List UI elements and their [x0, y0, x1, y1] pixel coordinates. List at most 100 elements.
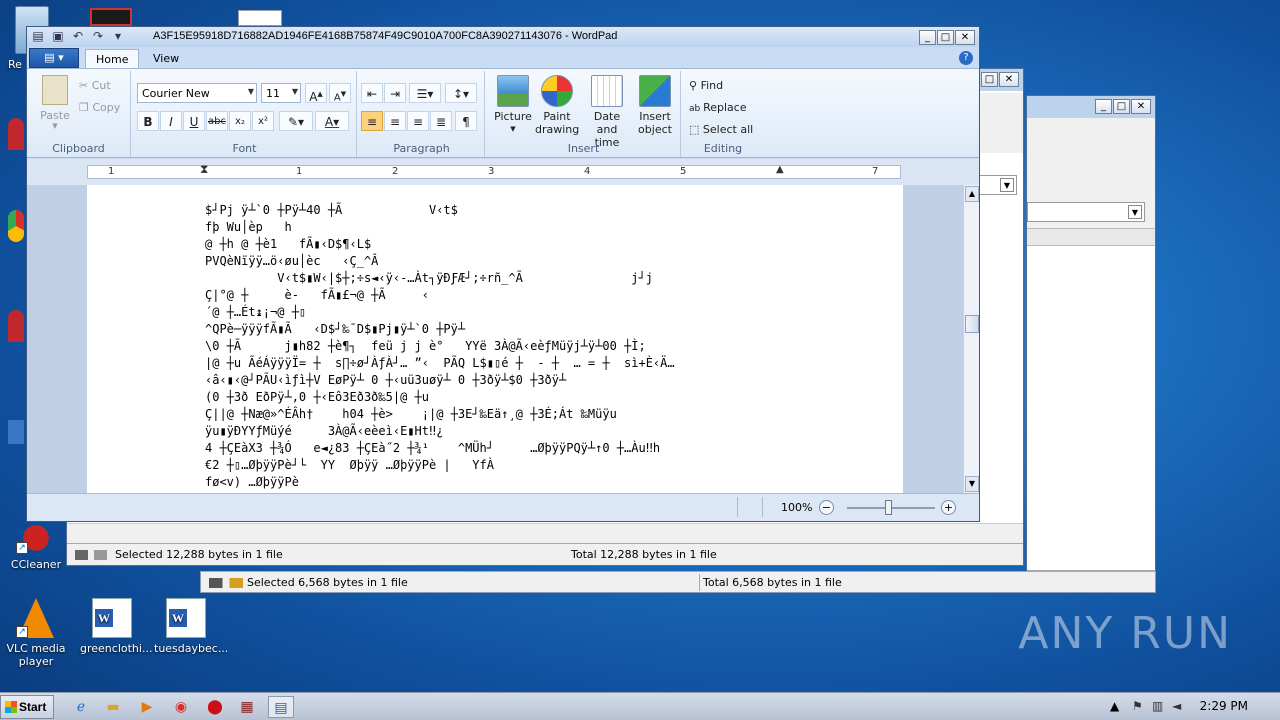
- superscript-button[interactable]: x²: [252, 111, 274, 131]
- desktop-edge-icon[interactable]: [8, 310, 24, 342]
- object-label-1: Insert: [639, 110, 671, 123]
- hex-editor-window-back[interactable]: _ □ ✕ ▼: [1026, 95, 1156, 593]
- grow-font-button[interactable]: A▲: [305, 83, 327, 104]
- bottom-band: [67, 523, 1023, 545]
- maximize-button[interactable]: □: [1113, 99, 1130, 114]
- document-area[interactable]: $┘Pj ÿ┴`0 ┼Pÿ┴40 ┼Ã V‹t$ fþ Wu│èp h @ ┼h…: [27, 185, 963, 493]
- replace-button[interactable]: ab Replace: [689, 101, 747, 114]
- application-menu-button[interactable]: ▤ ▾: [29, 48, 79, 68]
- shrink-font-button[interactable]: A▼: [329, 83, 351, 103]
- font-color-button[interactable]: A▾: [315, 111, 349, 131]
- paste-button[interactable]: Paste ▼: [37, 75, 73, 130]
- wordpad-window[interactable]: ▤ ▣ ↶ ↷ ▾ A3F15E95918D716882AD1946FE4168…: [26, 26, 980, 522]
- window-controls: _ □ ✕: [919, 30, 975, 45]
- file-list[interactable]: [1027, 246, 1155, 570]
- document-line: fø<v) …ØþÿÿPè: [205, 475, 299, 489]
- ccleaner-shortcut[interactable]: ↗ CCleaner: [4, 514, 68, 571]
- redo-icon[interactable]: ↷: [91, 29, 105, 43]
- chrome-icon[interactable]: ◉: [168, 696, 194, 718]
- find-button[interactable]: ⚲ Find: [689, 79, 723, 92]
- bullets-button[interactable]: ☰▾: [409, 83, 441, 103]
- maximize-button[interactable]: □: [937, 30, 954, 45]
- flag-icon[interactable]: ⚑: [1132, 699, 1143, 713]
- close-button[interactable]: ✕: [1131, 99, 1151, 114]
- customize-qat-icon[interactable]: ▾: [111, 29, 125, 43]
- font-group: Courier New ▼ 11 ▼ A▲ A▼ B I U abc x₂ x² ✎…: [133, 71, 357, 157]
- subscript-button[interactable]: x₂: [229, 111, 251, 131]
- strikethrough-button[interactable]: abc: [206, 111, 228, 131]
- zoom-out-button[interactable]: −: [819, 500, 834, 515]
- network-icon[interactable]: ▥: [1152, 699, 1163, 713]
- paragraph-settings-button[interactable]: ¶: [455, 111, 477, 131]
- explorer-icon[interactable]: ▬: [100, 696, 126, 718]
- dropdown-field[interactable]: ▼: [1027, 202, 1145, 222]
- desktop-file-greenclothi[interactable]: greenclothi...: [80, 598, 152, 655]
- insert-object-button[interactable]: Insert object: [633, 75, 677, 136]
- line-spacing-button[interactable]: ↕▾: [445, 83, 477, 103]
- cut-button[interactable]: ✂ Cut: [79, 79, 111, 92]
- align-right-button[interactable]: ≡: [407, 111, 429, 131]
- close-button[interactable]: ✕: [955, 30, 975, 45]
- font-size-select[interactable]: 11 ▼: [261, 83, 301, 103]
- paint-drawing-button[interactable]: Paint drawing: [535, 75, 579, 136]
- scroll-thumb[interactable]: [965, 315, 979, 333]
- status-selected: Selected 6,568 bytes in 1 file: [247, 576, 408, 589]
- zoom-slider-handle[interactable]: [885, 500, 892, 515]
- indent-marker-icon[interactable]: ⧗: [200, 162, 208, 177]
- status-bar: Selected 12,288 bytes in 1 file Total 12…: [67, 543, 1023, 565]
- start-button[interactable]: Start: [0, 695, 54, 719]
- underline-button[interactable]: U: [183, 111, 205, 131]
- ie-icon[interactable]: ℯ: [68, 696, 94, 718]
- maximize-button[interactable]: □: [981, 72, 998, 87]
- copy-button[interactable]: ❐ Copy: [79, 101, 120, 114]
- save-icon[interactable]: ▣: [51, 29, 65, 43]
- desktop-edge-icon[interactable]: [8, 420, 24, 444]
- scroll-up-icon[interactable]: ▲: [965, 186, 979, 202]
- increase-indent-button[interactable]: ⇥: [384, 83, 406, 103]
- volume-icon[interactable]: ◄: [1172, 699, 1181, 713]
- vertical-scrollbar[interactable]: ▲ ▼: [963, 185, 979, 493]
- chevron-down-icon: ▼: [52, 122, 58, 130]
- italic-button[interactable]: I: [160, 111, 182, 131]
- desktop-edge-icon[interactable]: [8, 210, 24, 242]
- desktop-top-icon[interactable]: [90, 8, 132, 26]
- hex-app-icon[interactable]: ▦: [234, 696, 260, 718]
- ruler-number: 5: [680, 166, 687, 177]
- decrease-indent-button[interactable]: ⇤: [361, 83, 383, 103]
- vlc-shortcut[interactable]: ↗ VLC media player: [4, 598, 68, 668]
- zoom-in-button[interactable]: +: [941, 500, 956, 515]
- tray-expand-icon[interactable]: ▲: [1110, 699, 1119, 713]
- desktop-top-icon[interactable]: [238, 10, 282, 26]
- binoculars-icon: ⚲: [689, 79, 701, 92]
- justify-button[interactable]: ≣: [430, 111, 452, 131]
- tab-home[interactable]: Home: [85, 49, 140, 69]
- desktop-file-tuesdaybec[interactable]: tuesdaybec...: [154, 598, 228, 655]
- minimize-button[interactable]: _: [919, 30, 936, 45]
- ruler[interactable]: 1 ⧗ 1 2 3 4 5 ▲ 6 7: [87, 162, 901, 179]
- clipboard-group: Paste ▼ ✂ Cut ❐ Copy Clipboard: [27, 71, 131, 157]
- tab-view[interactable]: View: [143, 49, 189, 69]
- select-all-button[interactable]: ⬚ Select all: [689, 123, 753, 136]
- cut-label: Cut: [91, 79, 111, 92]
- opera-icon[interactable]: ⬤: [202, 696, 228, 718]
- scroll-down-icon[interactable]: ▼: [965, 476, 979, 492]
- wordpad-taskbar-icon[interactable]: ▤: [268, 696, 294, 718]
- desktop-edge-icon[interactable]: [8, 118, 24, 150]
- date-time-button[interactable]: Date and time: [583, 75, 631, 149]
- minimize-button[interactable]: _: [1095, 99, 1112, 114]
- align-center-button[interactable]: ≡: [384, 111, 406, 131]
- picture-button[interactable]: Picture ▼: [491, 75, 535, 136]
- align-left-button[interactable]: ≡: [361, 111, 383, 131]
- clock[interactable]: 2:29 PM: [1200, 699, 1248, 713]
- desktop-icon-label: greenclothi...: [80, 642, 153, 655]
- help-icon[interactable]: ?: [959, 51, 973, 65]
- highlight-color-button[interactable]: ✎▾: [279, 111, 313, 131]
- undo-icon[interactable]: ↶: [71, 29, 85, 43]
- document-page[interactable]: $┘Pj ÿ┴`0 ┼Pÿ┴40 ┼Ã V‹t$ fþ Wu│èp h @ ┼h…: [87, 185, 903, 493]
- ribbon: Paste ▼ ✂ Cut ❐ Copy Clipboard Courier N…: [27, 68, 979, 158]
- close-button[interactable]: ✕: [999, 72, 1019, 87]
- vlc-icon: ↗: [16, 598, 56, 638]
- bold-button[interactable]: B: [137, 111, 159, 131]
- media-player-icon[interactable]: ▶: [134, 696, 160, 718]
- font-family-select[interactable]: Courier New ▼: [137, 83, 257, 103]
